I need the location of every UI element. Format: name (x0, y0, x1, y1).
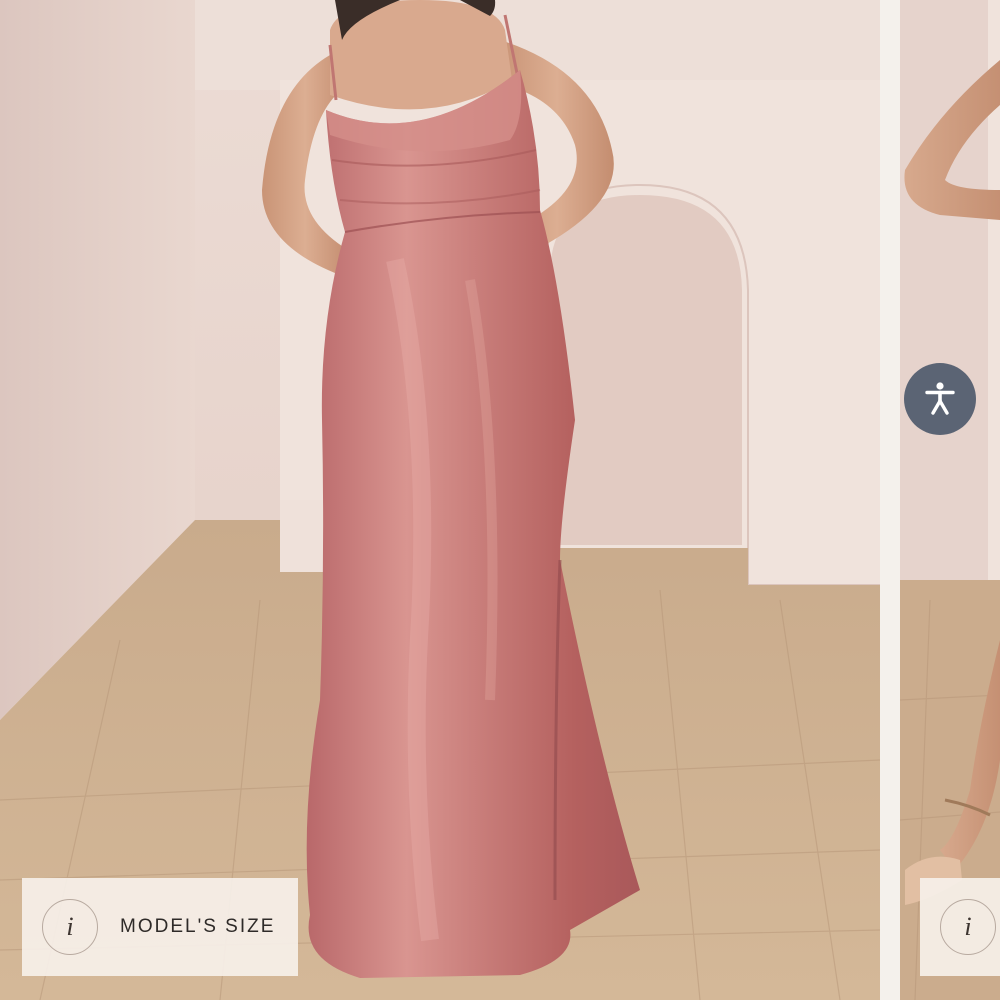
gallery-slide-1[interactable]: i MODEL'S SIZE (0, 0, 880, 1000)
info-icon: i (940, 899, 996, 955)
models-size-button[interactable]: i MODEL'S SIZE (22, 878, 298, 976)
models-size-button-2[interactable]: i (920, 878, 1000, 976)
product-image-gallery: i MODEL'S SIZE i (0, 0, 1000, 1000)
info-icon: i (42, 899, 98, 955)
models-size-label: MODEL'S SIZE (120, 916, 276, 937)
accessibility-person-icon (925, 382, 955, 415)
gallery-slide-2[interactable]: i (900, 0, 1000, 1000)
accessibility-button[interactable] (904, 363, 976, 435)
product-photo-2 (900, 0, 1000, 1000)
product-photo-1 (0, 0, 880, 1000)
